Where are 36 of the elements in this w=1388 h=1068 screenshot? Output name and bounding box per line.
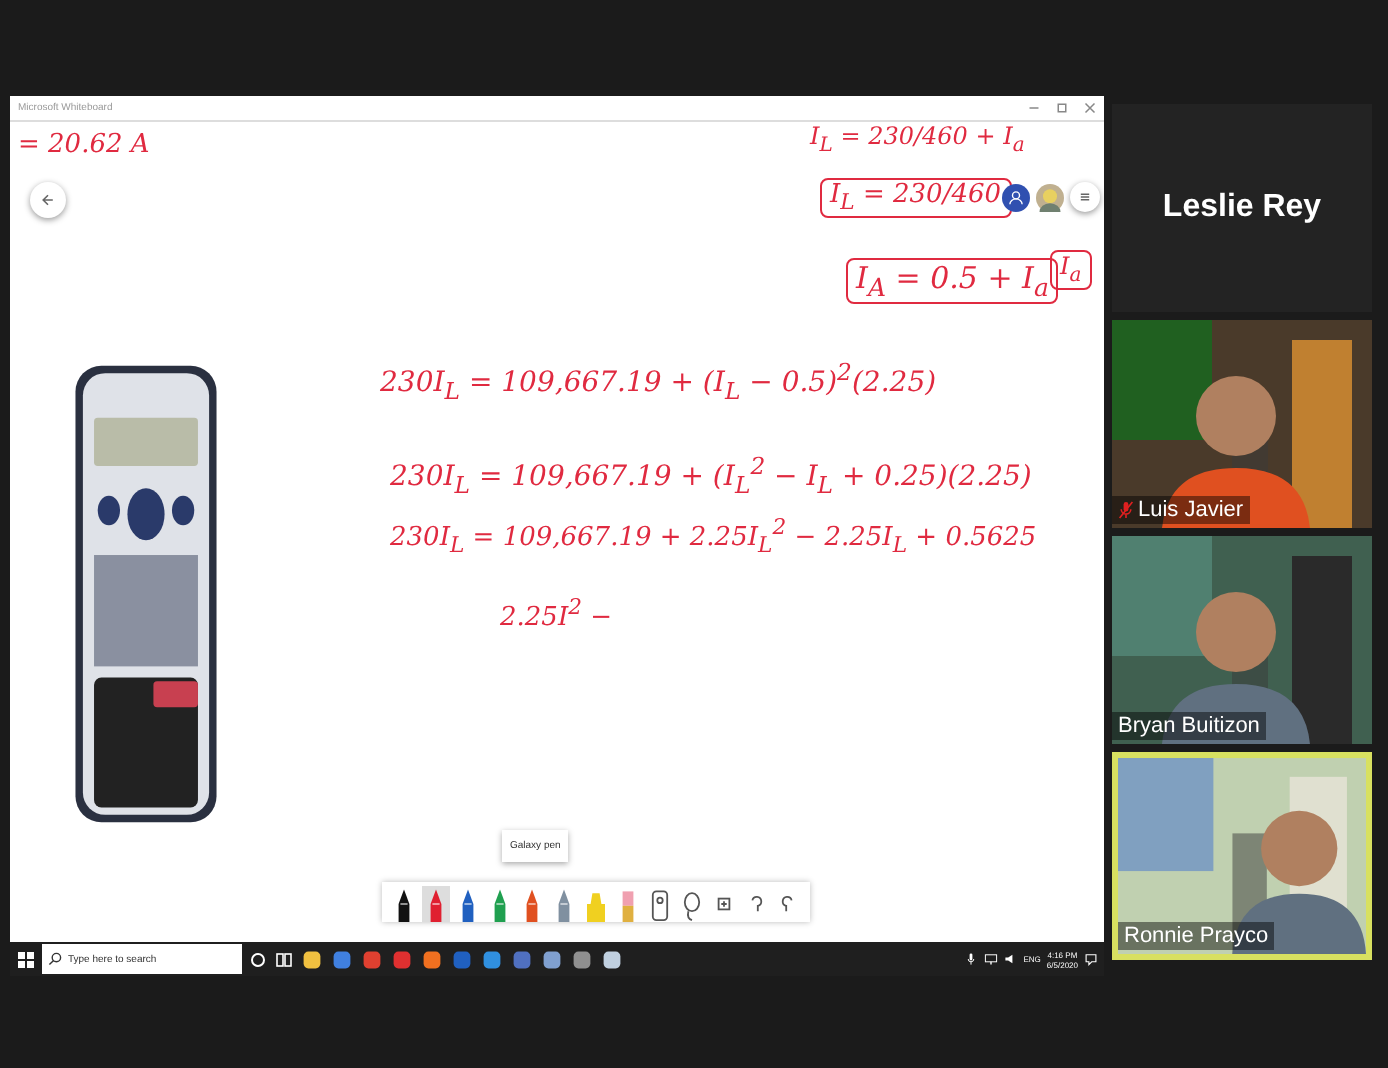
menu-button[interactable]	[1070, 182, 1100, 212]
participant-name: Bryan Buitizon	[1118, 714, 1260, 738]
app-icon[interactable]	[600, 947, 624, 971]
app-icon[interactable]	[570, 947, 594, 971]
handwritten-equation: I$_{a}$	[1050, 250, 1092, 291]
close-icon[interactable]	[1084, 102, 1096, 114]
windows-start-icon[interactable]	[16, 949, 36, 969]
network-icon[interactable]	[983, 952, 998, 966]
app-icon[interactable]	[480, 947, 504, 971]
handwritten-equation: I$_{A}$ = 0.5 + I$_{a}$	[846, 258, 1059, 304]
handwritten-equation: 230I$_{L}$ = 109,667.19 + 2.25I$_{L}$$^{2}$ − 2.25I$_{L}$ + 0.5625	[390, 514, 1037, 558]
app-icon[interactable]	[540, 947, 564, 971]
app-icon[interactable]	[420, 947, 444, 971]
handwritten-equation: 230I$_{L}$ = 109,667.19 + (I$_{L}$$^{2}$ − I$_{L}$ + 0.25)(2.25)	[390, 452, 1032, 499]
menu-icon	[1078, 190, 1092, 204]
handwritten-equation: 2.25I$^{2}$ −	[500, 594, 613, 634]
user-avatar-icon[interactable]	[1036, 183, 1064, 211]
ruler-icon[interactable]	[646, 886, 674, 922]
task-view-icon[interactable]	[274, 949, 294, 969]
lasso-icon[interactable]	[678, 886, 706, 922]
app-icon[interactable]	[330, 947, 354, 971]
speaker-icon[interactable]	[1003, 952, 1018, 966]
app-icon[interactable]	[300, 947, 324, 971]
back-arrow-icon	[40, 192, 56, 208]
maximize-icon[interactable]	[1056, 102, 1068, 114]
handwritten-equation: 230I$_{L}$ = 109,667.19 + (I$_{L}$ − 0.5)$^{2}$(2.25)	[380, 358, 937, 405]
handwritten-equation: I$_{L}$ = 230/460 + I$_{a}$	[810, 122, 1025, 159]
participant-name: Leslie Rey	[1162, 190, 1322, 226]
participant-name: Ronnie Prayco	[1124, 924, 1269, 948]
microphone-icon[interactable]	[963, 952, 978, 966]
notification-icon[interactable]	[1084, 952, 1098, 966]
participant-name: Luis Javier	[1138, 498, 1244, 522]
back-button[interactable]	[30, 182, 66, 218]
handwritten-equation: = 20.62 A	[18, 130, 150, 162]
cortana-icon[interactable]	[248, 949, 268, 969]
person-avatar-icon[interactable]	[1002, 183, 1030, 211]
